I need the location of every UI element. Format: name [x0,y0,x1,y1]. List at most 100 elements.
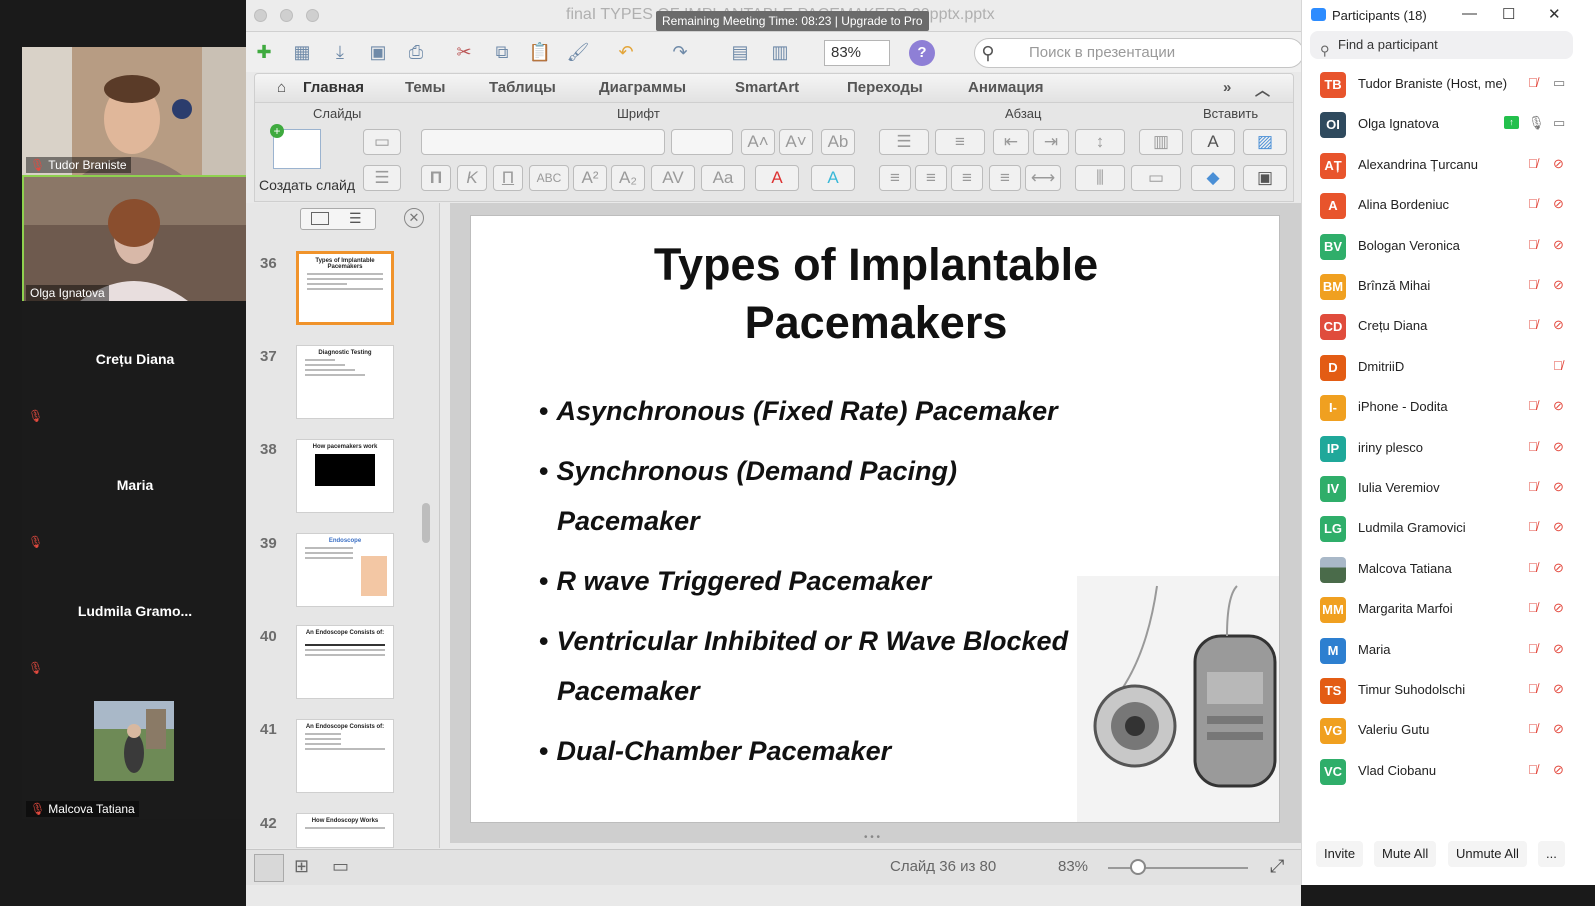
participant-row[interactable]: BM Brînză Mihai 🎙̸ ⊘ [1302,266,1595,307]
save-icon[interactable]: ▣ [364,40,392,64]
window-minimize-button[interactable] [280,9,293,22]
view-toggle[interactable]: ☰ [300,208,376,230]
redo-icon[interactable]: ↷ [666,40,694,64]
templates-icon[interactable]: ▦ [288,40,316,64]
participant-row[interactable]: AȚ Alexandrina Țurcanu 🎙̸ ⊘ [1302,145,1595,186]
video-off-icon[interactable]: ⊘ [1553,519,1564,535]
participant-search-input[interactable]: ⚲ Find a participant [1310,31,1573,59]
underline-icon[interactable]: П [493,165,523,191]
participant-row[interactable]: IV Iulia Veremiov 🎙̸ ⊘ [1302,468,1595,509]
open-icon[interactable]: ⤓ [326,40,354,64]
participant-row[interactable]: LG Ludmila Gramovici 🎙̸ ⊘ [1302,508,1595,549]
tab-animation[interactable]: Анимация [968,79,1044,96]
mic-muted-icon[interactable]: 🎙̸ [1528,75,1538,90]
mic-muted-icon[interactable]: 🎙̸ [1528,317,1538,332]
grow-font-icon[interactable]: A˄ [741,129,775,155]
slide-thumbnail[interactable]: Diagnostic Testing [296,345,394,419]
thumb-scrollbar[interactable] [422,503,430,543]
video-tile-olga[interactable]: Olga Ignatova [22,175,248,303]
participant-row[interactable]: A Alina Bordeniuc 🎙̸ ⊘ [1302,185,1595,226]
unmute-all-button[interactable]: Unmute All [1448,841,1527,867]
participant-row[interactable]: TB Tudor Braniste (Host, me) 🎙̸ ▭ [1302,64,1595,105]
window-zoom-button[interactable] [306,9,319,22]
slideshow-icon[interactable]: ▥ [766,40,794,64]
presentation-search-input[interactable]: Поиск в презентации [974,38,1304,68]
video-off-icon[interactable]: ⊘ [1553,479,1564,495]
slide-thumbnail-pane[interactable]: ☰ ✕ 36 Types of Implantable Pacemakers 3… [246,203,440,848]
video-off-icon[interactable]: ⊘ [1553,237,1564,253]
participant-row[interactable]: CD Crețu Diana 🎙̸ ⊘ [1302,306,1595,347]
participant-row[interactable]: MM Margarita Marfoi 🎙̸ ⊘ [1302,589,1595,630]
increase-indent-icon[interactable]: ⇥ [1033,129,1069,155]
justify-icon[interactable]: ≡ [989,165,1021,191]
mic-muted-icon[interactable]: 🎙̸ [1528,560,1538,575]
text-effects-icon[interactable]: A [811,165,855,191]
video-off-icon[interactable]: ⊘ [1553,762,1564,778]
align-center-icon[interactable]: ≡ [915,165,947,191]
sorter-view-icon[interactable]: ⊞ [294,856,309,877]
mic-muted-icon[interactable]: 🎙̸ [1553,358,1563,373]
font-family-select[interactable] [421,129,665,155]
text-direction-icon[interactable]: ⫼ [1075,165,1125,191]
mic-muted-icon[interactable]: 🎙̸ [1528,641,1538,656]
video-icon[interactable]: ▭ [1553,115,1565,131]
video-tile-malcova[interactable]: 🎙 Malcova Tatiana [22,679,248,819]
slide-thumbnail[interactable]: Endoscope [296,533,394,607]
participant-row[interactable]: VC Vlad Ciobanu 🎙̸ ⊘ [1302,751,1595,792]
mic-muted-icon[interactable]: 🎙̸ [1528,600,1538,615]
slide-thumbnail[interactable]: An Endoscope Consists of: [296,625,394,699]
decrease-indent-icon[interactable]: ⇤ [993,129,1029,155]
slide-thumbnail[interactable]: Types of Implantable Pacemakers [296,251,394,325]
line-spacing-icon[interactable]: ↕ [1075,129,1125,155]
video-off-icon[interactable]: ⊘ [1553,277,1564,293]
video-off-icon[interactable]: ⊘ [1553,196,1564,212]
mute-all-button[interactable]: Mute All [1374,841,1437,867]
slides-view-icon[interactable] [311,212,329,225]
create-slide-button[interactable]: Создать слайд [259,177,355,193]
align-right-icon[interactable]: ≡ [951,165,983,191]
video-tile-cretu-diana[interactable]: Crețu Diana 🎙 [22,301,248,429]
presenter-view-icon[interactable]: ▭ [332,856,349,877]
invite-button[interactable]: Invite [1316,841,1364,867]
participant-row[interactable]: Malcova Tatiana 🎙̸ ⊘ [1302,549,1595,590]
bold-icon[interactable]: Π [421,165,451,191]
normal-view-icon[interactable] [254,854,284,882]
shrink-font-icon[interactable]: A˅ [779,129,813,155]
bullets-icon[interactable]: ☰ [879,129,929,155]
video-tile-ludmila[interactable]: Ludmila Gramo... 🎙 [22,553,248,681]
video-off-icon[interactable]: ⊘ [1553,560,1564,576]
tab-charts[interactable]: Диаграммы [599,79,686,96]
mic-muted-icon[interactable]: 🎙̸ [1528,479,1538,494]
video-off-icon[interactable]: ⊘ [1553,439,1564,455]
mic-muted-icon[interactable]: 🎙̸ [1528,439,1538,454]
mic-muted-icon[interactable]: 🎙̸ [1528,519,1538,534]
close-icon[interactable]: ✕ [404,208,424,228]
window-close-button[interactable] [254,9,267,22]
italic-icon[interactable]: K [457,165,487,191]
copy-icon[interactable]: ⧉ [488,40,516,64]
mic-muted-icon[interactable]: 🎙̸ [1528,681,1538,696]
text-box-icon[interactable]: A [1191,129,1235,155]
mic-muted-icon[interactable]: 🎙̸ [1528,277,1538,292]
paste-icon[interactable]: 📋 [526,40,554,64]
video-off-icon[interactable]: ⊘ [1553,641,1564,657]
tab-transitions[interactable]: Переходы [847,79,923,96]
distribute-icon[interactable]: ⟷ [1025,165,1061,191]
video-off-icon[interactable]: ⊘ [1553,600,1564,616]
tab-smartart[interactable]: SmartArt [735,79,799,96]
layout-icon[interactable]: ▭ [363,129,401,155]
outline-view-icon[interactable]: ☰ [349,210,362,227]
align-left-icon[interactable]: ≡ [879,165,911,191]
slide[interactable]: Types of Implantable Pacemakers Asynchro… [470,215,1280,823]
chevron-up-icon[interactable]: ︿ [1255,79,1270,100]
video-tile-tudor[interactable]: 🎙 Tudor Braniste [22,47,248,175]
tab-home[interactable]: Главная [303,79,364,96]
meeting-time-banner[interactable]: Remaining Meeting Time: 08:23 | Upgrade … [656,11,929,31]
font-color-icon[interactable]: A [755,165,799,191]
video-off-icon[interactable]: ⊘ [1553,721,1564,737]
align-text-icon[interactable]: ▭ [1131,165,1181,191]
tab-themes[interactable]: Темы [405,79,445,96]
participant-row[interactable]: I-iPhone - Dodita 🎙̸ ⊘ [1302,387,1595,428]
mic-muted-icon[interactable]: 🎙̸ [1528,762,1538,777]
video-off-icon[interactable]: ⊘ [1553,398,1564,414]
